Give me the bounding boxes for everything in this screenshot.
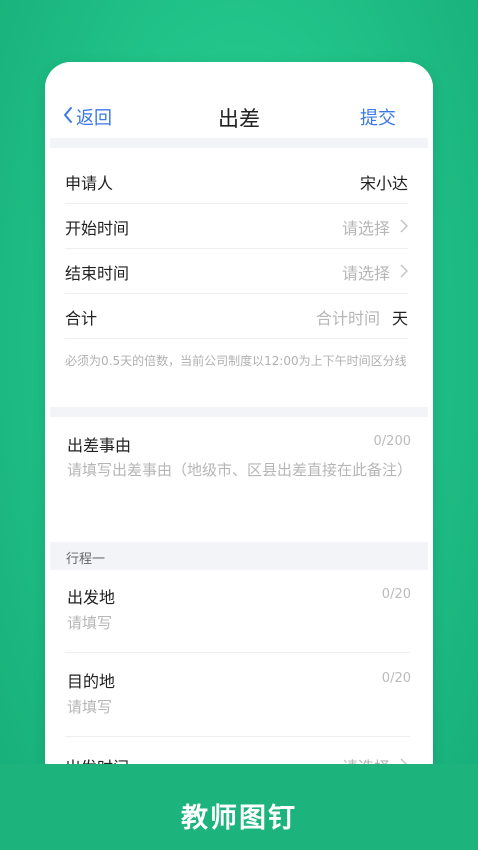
total-row: 合计 合计时间 天 <box>65 293 408 339</box>
reason-input[interactable]: 请填写出差事由（地级市、区县出差直接在此备注） <box>67 459 412 481</box>
itinerary-header: 行程一 <box>50 542 428 570</box>
departure-input[interactable]: 请填写 <box>67 612 412 634</box>
applicant-label: 申请人 <box>65 174 114 193</box>
departure-count: 0/20 <box>381 587 411 602</box>
phone-screen: 返回 出差 提交 申请人 宋小达 开始时间 请选择 结束时间 请选择 合计 合计… <box>45 62 433 802</box>
end-time-label: 结束时间 <box>65 264 130 283</box>
total-label: 合计 <box>65 309 98 328</box>
applicant-value: 宋小达 <box>359 174 408 193</box>
end-time-placeholder: 请选择 <box>341 264 390 283</box>
total-unit: 天 <box>391 309 408 328</box>
applicant-row: 申请人 宋小达 <box>65 158 408 204</box>
chevron-right-icon <box>400 218 409 237</box>
start-time-placeholder: 请选择 <box>341 219 390 238</box>
total-placeholder: 合计时间 <box>315 309 380 328</box>
divider <box>65 652 410 653</box>
reason-count: 0/200 <box>373 434 411 449</box>
start-time-row[interactable]: 开始时间 请选择 <box>65 203 409 249</box>
chevron-right-icon <box>400 263 409 282</box>
destination-count: 0/20 <box>381 671 411 686</box>
divider <box>65 736 410 737</box>
hint-note: 必须为0.5天的倍数，当前公司制度以12:00为上下午时间区分线 <box>65 354 407 368</box>
destination-label: 目的地 <box>67 672 116 691</box>
departure-label: 出发地 <box>67 588 116 607</box>
reason-label: 出差事由 <box>67 436 132 455</box>
section-divider <box>50 138 428 148</box>
nav-bar: 返回 出差 提交 <box>45 62 433 138</box>
itinerary-title: 行程一 <box>66 552 106 567</box>
start-time-label: 开始时间 <box>65 219 130 238</box>
section-divider <box>50 407 428 417</box>
submit-button[interactable]: 提交 <box>360 104 396 130</box>
end-time-row[interactable]: 结束时间 请选择 <box>65 248 409 294</box>
brand-name: 教师图钉 <box>181 803 297 834</box>
destination-input[interactable]: 请填写 <box>67 696 412 718</box>
